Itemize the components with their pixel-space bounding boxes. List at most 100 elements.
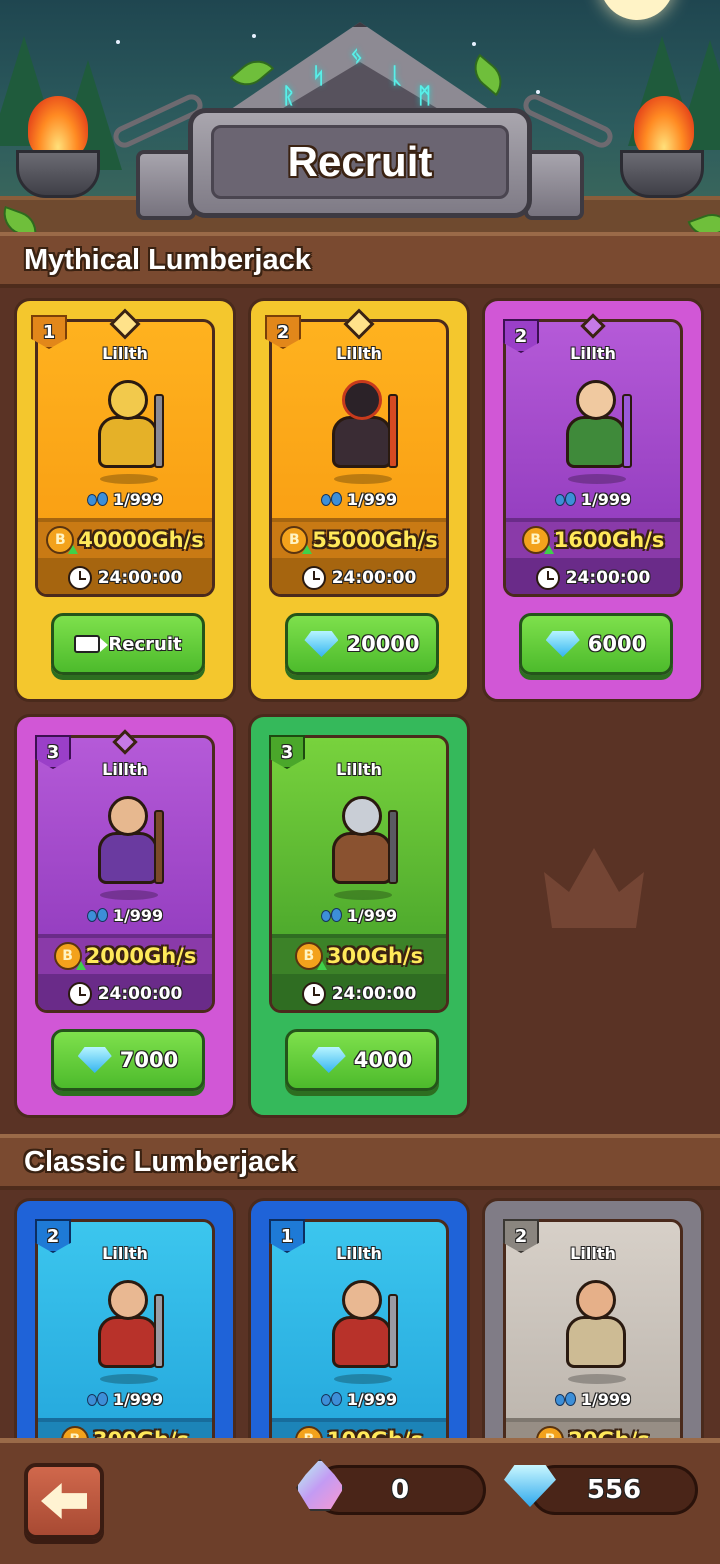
time-row: 24:00:00	[506, 562, 680, 594]
people-icon	[320, 1391, 343, 1408]
population-row: 1/999	[38, 1390, 212, 1409]
recruit-card[interactable]: Lillth 1/999 B 40000Gh/s 24:00:00 1 Recr…	[14, 298, 236, 702]
button-label: 6000	[587, 632, 647, 656]
hero-card[interactable]: Lillth 1/999 B 300Gh/s 24:00:00	[269, 735, 449, 1013]
population-row: 1/999	[38, 490, 212, 509]
hero-name: Lillth	[336, 1244, 382, 1263]
section-header-mythical: Mythical Lumberjack	[0, 232, 720, 288]
duration: 24:00:00	[565, 568, 651, 588]
rune: ᛃ	[350, 44, 364, 69]
hash-rate: 300Gh/s	[326, 944, 424, 968]
page-title: Recruit	[287, 138, 433, 185]
bitcoin-coin-icon: B	[294, 942, 327, 970]
hero-card[interactable]: Lillth 1/999 B 1600Gh/s 24:00:00	[503, 319, 683, 597]
section-header-classic: Classic Lumberjack	[0, 1134, 720, 1190]
population-count: 1/999	[580, 1390, 632, 1409]
stone-pillar	[524, 150, 584, 220]
lumberjack-portrait	[318, 1274, 406, 1386]
people-icon	[86, 491, 109, 508]
people-icon	[86, 1391, 109, 1408]
hero-name: Lillth	[336, 344, 382, 363]
hero-card[interactable]: Lillth 1/999 B 40000Gh/s 24:00:00	[35, 319, 215, 597]
stats-panel: B 55000Gh/s 24:00:00	[272, 518, 446, 594]
people-icon	[554, 1391, 577, 1408]
diamond-icon	[545, 631, 580, 657]
bitcoin-coin-icon: B	[280, 526, 313, 554]
recruit-card[interactable]: Lillth 1/999 B 300Gh/s 24:00:00 3 4000	[248, 714, 470, 1118]
rate-row: B 1600Gh/s	[506, 522, 680, 558]
bear-rider-portrait	[318, 790, 406, 902]
ranger-portrait	[552, 374, 640, 486]
recruit-diamond-button[interactable]: 7000	[51, 1029, 205, 1091]
lumberjack-portrait	[84, 1274, 172, 1386]
title-plate: Recruit	[188, 108, 532, 218]
population-count: 1/999	[112, 490, 164, 509]
population-count: 1/999	[580, 490, 632, 509]
moon	[600, 0, 674, 20]
clock-icon	[67, 566, 92, 590]
stats-panel: B 2000Gh/s 24:00:00	[38, 934, 212, 1010]
population-count: 1/999	[112, 906, 164, 925]
recruit-card[interactable]: Lillth 1/999 B 55000Gh/s 24:00:00 2 2000…	[248, 298, 470, 702]
recruit-card[interactable]: Lillth 1/999 B 1600Gh/s 24:00:00 2 6000	[482, 298, 704, 702]
rune: ᚱ	[282, 84, 296, 109]
title-plate-inner: Recruit	[211, 125, 509, 199]
bitcoin-coin-icon: B	[53, 942, 86, 970]
rate-row: B 2000Gh/s	[38, 938, 212, 974]
recruit-video-button[interactable]: Recruit	[51, 613, 205, 675]
people-icon	[554, 491, 577, 508]
recruit-diamond-button[interactable]: 20000	[285, 613, 439, 675]
brazier	[620, 150, 704, 198]
brazier	[16, 150, 100, 198]
star	[116, 40, 120, 44]
recruit-card[interactable]: Lillth 1/999 B 2000Gh/s 24:00:00 3 7000	[14, 714, 236, 1118]
duration: 24:00:00	[97, 568, 183, 588]
button-label: 7000	[119, 1048, 179, 1072]
diamond-icon	[304, 631, 339, 657]
diamond-counter: 556	[530, 1465, 698, 1515]
bitcoin-coin-icon: B	[521, 526, 554, 554]
people-icon	[86, 907, 109, 924]
rate-row: B 300Gh/s	[272, 938, 446, 974]
button-label: 4000	[353, 1048, 413, 1072]
population-row: 1/999	[272, 1390, 446, 1409]
people-icon	[320, 907, 343, 924]
diamond-icon	[77, 1047, 112, 1073]
recruit-diamond-button[interactable]: 4000	[285, 1029, 439, 1091]
hero-name: Lillth	[336, 760, 382, 779]
time-row: 24:00:00	[272, 562, 446, 594]
rate-row: B 55000Gh/s	[272, 522, 446, 558]
population-count: 1/999	[346, 490, 398, 509]
recruit-diamond-button[interactable]: 6000	[519, 613, 673, 675]
population-count: 1/999	[112, 1390, 164, 1409]
leaf	[465, 53, 511, 97]
duration: 24:00:00	[331, 568, 417, 588]
time-row: 24:00:00	[38, 978, 212, 1010]
star	[252, 34, 256, 38]
video-camera-icon	[74, 635, 109, 653]
back-button[interactable]	[24, 1463, 104, 1539]
hero-name: Lillth	[102, 1244, 148, 1263]
bitcoin-coin-icon: B	[46, 526, 79, 554]
rune: ᛗ	[418, 84, 432, 109]
diamond-icon	[311, 1047, 346, 1073]
hero-name: Lillth	[102, 760, 148, 779]
hero-card[interactable]: Lillth 1/999 B 2000Gh/s 24:00:00	[35, 735, 215, 1013]
stats-panel: B 300Gh/s 24:00:00	[272, 934, 446, 1010]
hero-card[interactable]: Lillth 1/999 B 55000Gh/s 24:00:00	[269, 319, 449, 597]
hash-rate: 2000Gh/s	[85, 944, 197, 968]
population-count: 1/999	[346, 1390, 398, 1409]
hash-rate: 55000Gh/s	[312, 528, 438, 552]
hero-name: Lillth	[570, 1244, 616, 1263]
stats-panel: B 1600Gh/s 24:00:00	[506, 518, 680, 594]
population-row: 1/999	[506, 1390, 680, 1409]
diamond-count: 556	[586, 1475, 642, 1505]
peasant-portrait	[552, 1274, 640, 1386]
rune: ᛋ	[312, 64, 326, 89]
clock-icon	[67, 982, 92, 1006]
stats-panel: B 40000Gh/s 24:00:00	[38, 518, 212, 594]
population-count: 1/999	[346, 906, 398, 925]
clock-icon	[535, 566, 560, 590]
crystal-count: 0	[390, 1475, 410, 1505]
population-row: 1/999	[272, 490, 446, 509]
